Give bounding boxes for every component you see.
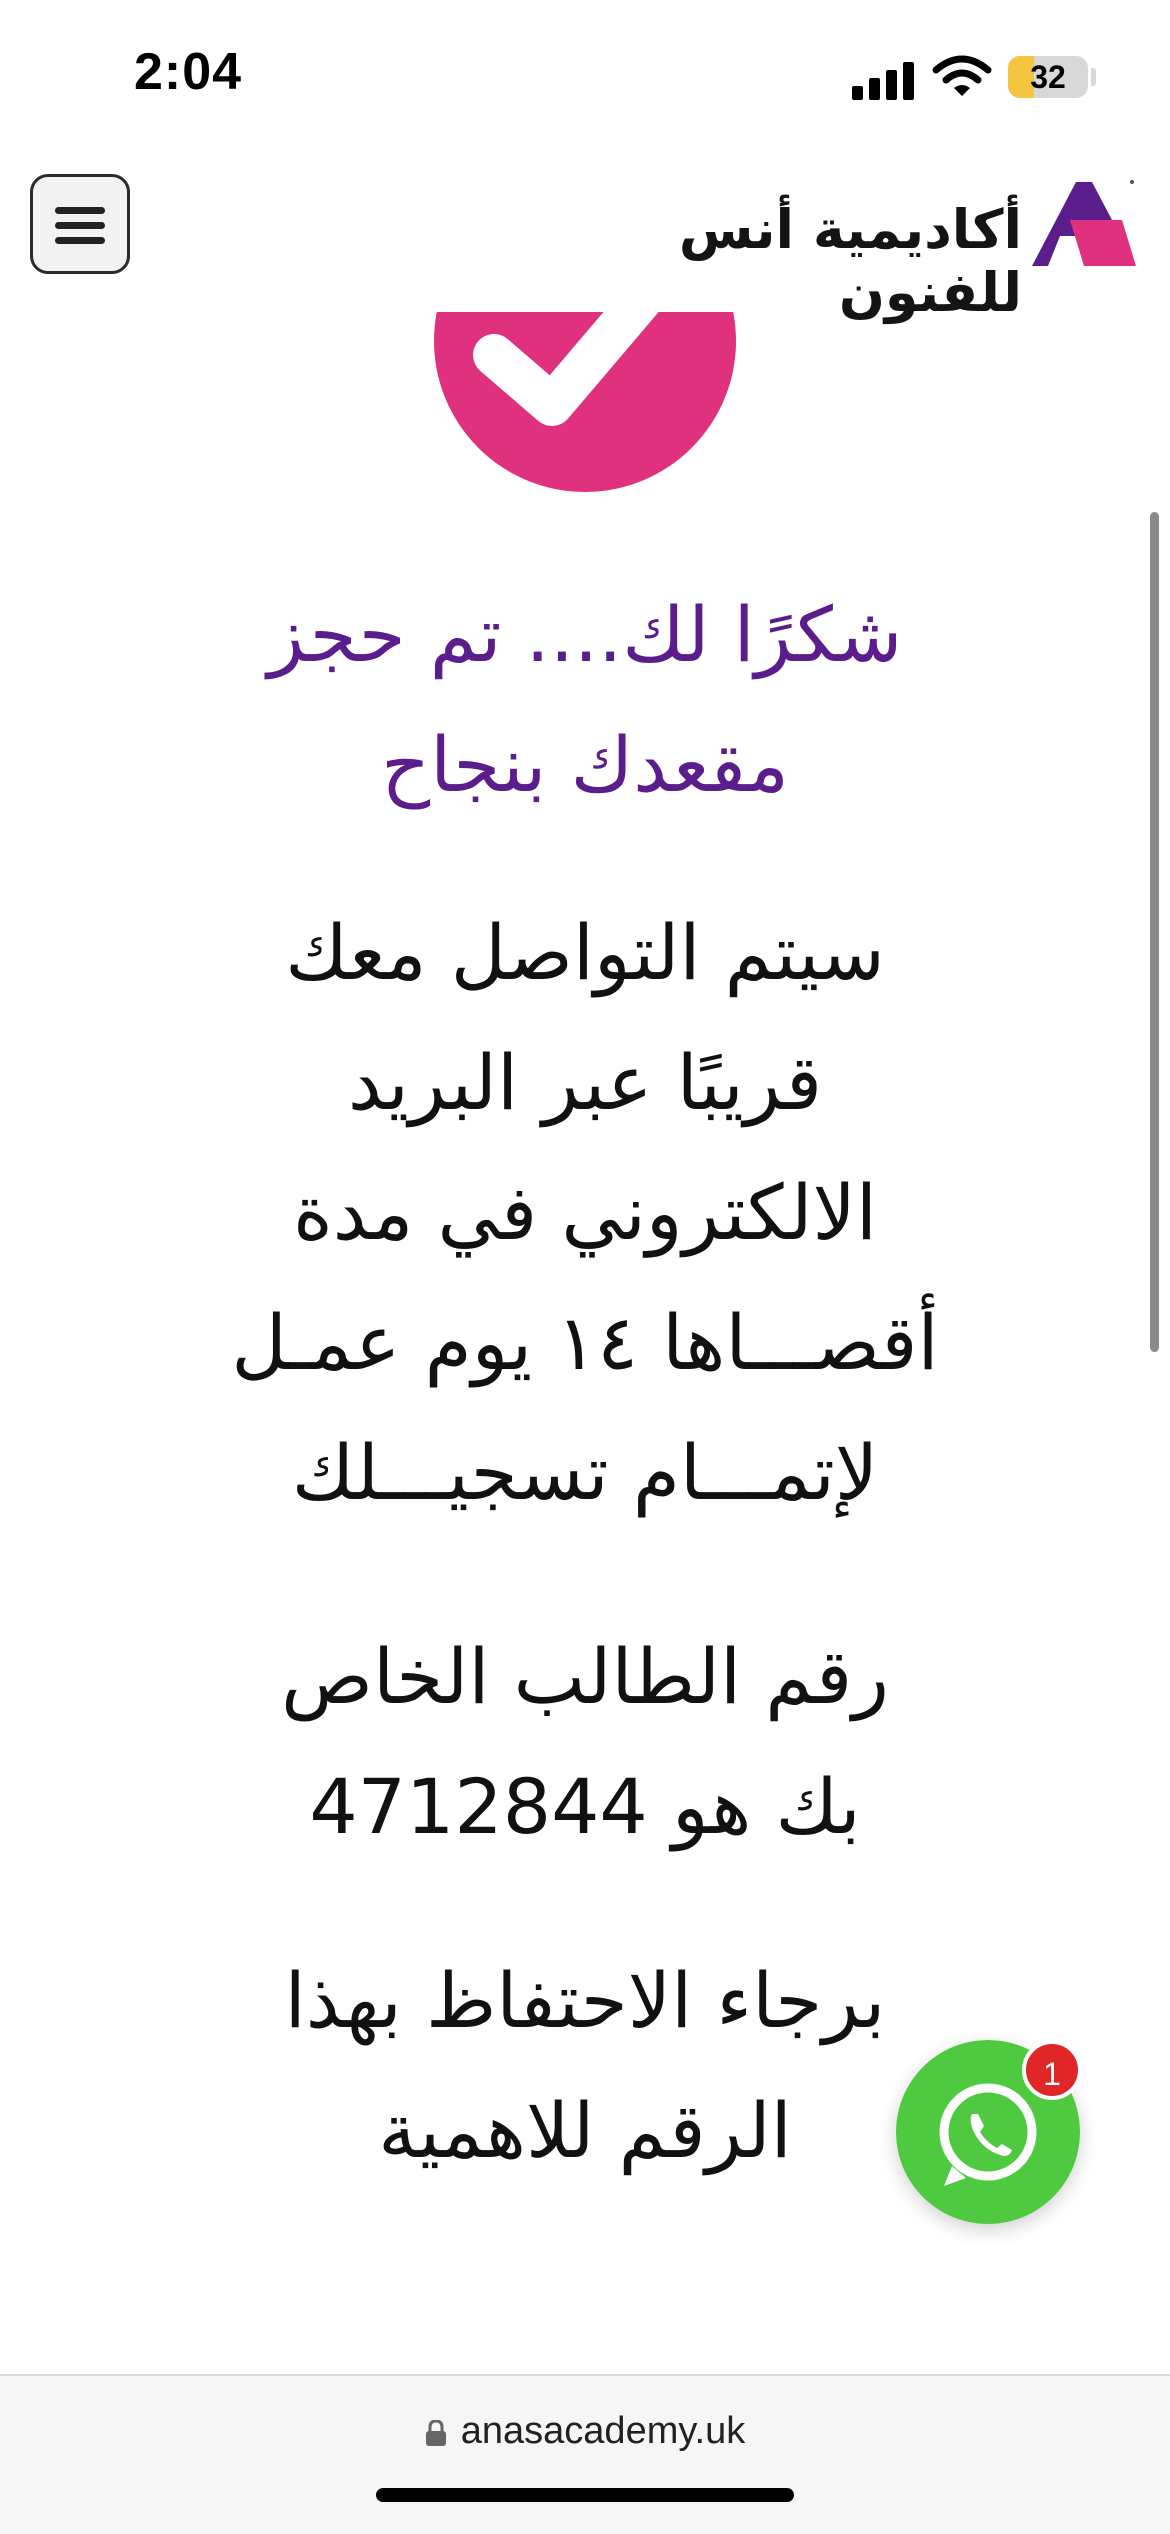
wifi-icon xyxy=(932,55,992,96)
brand-name[interactable]: أكاديمية أنس للفنون xyxy=(560,198,1022,324)
contact-line: سيتم التواصل معك xyxy=(285,908,885,997)
student-number-value: 4712844 xyxy=(309,1762,648,1851)
battery-level: 32 xyxy=(1030,59,1066,95)
battery-tip xyxy=(1091,68,1096,86)
student-number-line2: بك هو 4712844 xyxy=(120,1742,1050,1872)
thank-you-title-line1: شكرًا لك.... تم حجز xyxy=(267,590,903,679)
contact-line: لإتمـــام تسجيـــلك xyxy=(291,1428,879,1517)
brand-logo-icon[interactable] xyxy=(1030,176,1138,272)
thank-you-title: شكرًا لك.... تم حجز مقعدك بنجاح xyxy=(120,570,1050,830)
browser-bottom-bar xyxy=(0,2374,1170,2534)
student-number-prefix: بك هو xyxy=(671,1762,861,1851)
contact-line: أقصـــاها ١٤ يوم عمـل xyxy=(231,1298,939,1387)
cellular-signal-icon xyxy=(852,60,916,100)
student-number-message: رقم الطالب الخاص بك هو 4712844 xyxy=(120,1612,1050,1872)
address-bar[interactable]: anasacademy.uk xyxy=(0,2410,1170,2453)
contact-message: سيتم التواصل معك قريبًا عبر البريد الالك… xyxy=(120,888,1050,1538)
contact-line: قريبًا عبر البريد xyxy=(347,1038,823,1127)
battery-icon: 32 xyxy=(1008,56,1088,98)
page-scrollbar[interactable] xyxy=(1150,512,1159,1352)
home-indicator[interactable] xyxy=(376,2488,794,2502)
student-number-line1: رقم الطالب الخاص xyxy=(281,1632,889,1721)
menu-button[interactable] xyxy=(30,174,130,274)
thank-you-title-line2: مقعدك بنجاح xyxy=(381,720,789,809)
status-time: 2:04 xyxy=(134,43,243,101)
lock-icon xyxy=(425,2413,447,2446)
url-text: anasacademy.uk xyxy=(460,2410,746,2452)
contact-line: الالكتروني في مدة xyxy=(292,1168,878,1257)
notification-badge: 1 xyxy=(1022,2040,1082,2100)
